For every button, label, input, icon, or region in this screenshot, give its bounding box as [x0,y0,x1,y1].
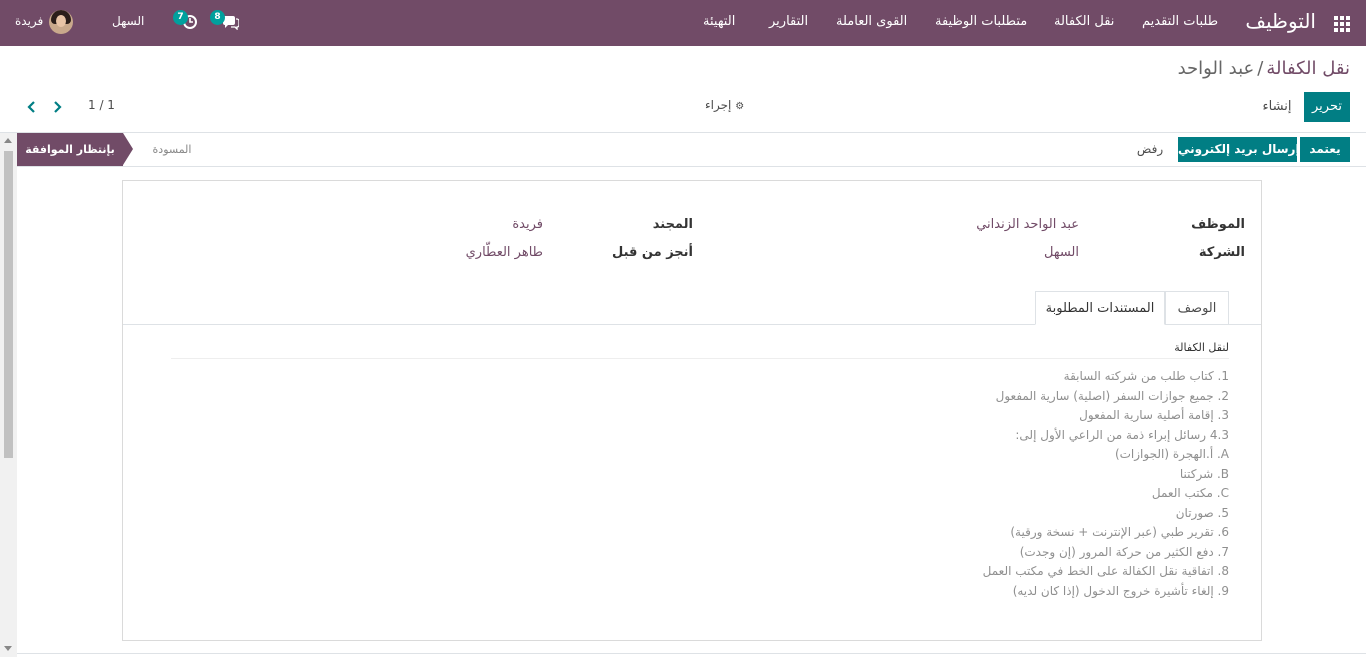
bottom-divider [17,653,1366,654]
tab-description[interactable]: الوصف [1165,291,1229,325]
list-item: 8. اتفاقية نقل الكفالة على الخط في مكتب … [982,564,1229,578]
menu-item-applications[interactable]: طلبات التقديم [1142,14,1218,29]
avatar[interactable] [49,10,73,34]
recruiter-label: المجند [652,217,693,232]
breadcrumb-current: عبد الواحد [1177,58,1255,79]
action-menu-label: إجراء [705,98,732,112]
edit-button[interactable]: تحرير [1304,92,1350,122]
breadcrumb: نقل الكفالة/عبد الواحد [1178,58,1350,79]
apps-menu-icon[interactable] [1334,16,1350,32]
menu-item-workforce[interactable]: القوى العاملة [836,14,907,29]
messages-count-badge: 8 [210,10,225,25]
documents-list: 1. كتاب طلب من شركته السابقة 2. جميع جوا… [983,367,1229,601]
list-item: B. شركتنا [1179,466,1229,481]
list-item: 2. جميع جوازات السفر (اصلية) سارية المفع… [995,388,1229,403]
list-item: A. أ.الهجرة (الجوازات) [1114,447,1229,461]
breadcrumb-separator: / [1257,58,1264,79]
send-email-button[interactable]: إرسال بريد إلكتروني [1178,137,1300,162]
menu-item-reports[interactable]: التقارير [769,14,808,29]
refuse-button[interactable]: رفض [1127,137,1173,162]
scroll-up-arrow-icon[interactable] [4,138,12,143]
list-item: 4.3 رسائل إبراء ذمة من الراعي الأول إلى: [1015,427,1229,442]
documents-title: لنقل الكفالة [1174,341,1229,354]
activities-count-badge: 7 [173,10,188,25]
done-by-value[interactable]: طاهر العطّاري [466,245,543,260]
create-button[interactable]: إنشاء [1256,92,1298,122]
documents-title-underline [171,358,1229,359]
status-bar: يعتمد إرسال بريد إلكتروني رفض بإنتظار ال… [17,133,1366,167]
list-item: C. مكتب العمل [1151,486,1229,500]
employee-value[interactable]: عبد الواحد الزنداني [976,217,1079,232]
list-item: 1. كتاب طلب من شركته السابقة [1063,369,1229,383]
pager-value[interactable]: 1 / 1 [88,98,115,112]
list-item: 5. صورتان [1175,505,1229,520]
top-navbar: التوظيف طلبات التقديم نقل الكفالة متطلبا… [0,0,1366,46]
scrollbar-thumb[interactable] [4,151,13,458]
tab-required-documents[interactable]: المستندات المطلوبة [1035,291,1165,325]
user-menu-name[interactable]: فريدة [15,14,43,28]
menu-item-job-requirements[interactable]: متطلبات الوظيفة [935,14,1027,29]
pager-next-icon[interactable] [53,100,63,114]
action-menu-button[interactable]: ⚙ إجراء [705,98,744,112]
app-title[interactable]: التوظيف [1245,9,1316,33]
gear-icon: ⚙ [735,101,745,112]
list-item: 9. إلغاء تأشيرة خروج الدخول (إذا كان لدي… [1012,583,1229,598]
company-value[interactable]: السهل [1044,245,1079,260]
done-by-label: أنجز من قبل [611,245,693,260]
stage-arrow [123,133,133,165]
company-label: الشركة [1198,245,1245,260]
approve-button[interactable]: يعتمد [1300,137,1350,162]
company-switcher[interactable]: السهل [112,14,144,28]
list-item: 7. دفع الكثير من حركة المرور (إن وجدت) [1019,544,1229,559]
list-item: 6. تقرير طبي (عبر الإنترنت + نسخة ورقية) [1010,525,1229,539]
form-sheet: الموظف عبد الواحد الزنداني الشركة السهل … [122,180,1262,641]
breadcrumb-parent-link[interactable]: نقل الكفالة [1266,58,1350,79]
list-item: 3. إقامة أصلية سارية المفعول [1079,408,1229,422]
employee-label: الموظف [1191,217,1245,232]
menu-item-configuration[interactable]: التهيئة [703,14,735,29]
menu-item-sponsorship-transfer[interactable]: نقل الكفالة [1054,14,1114,29]
scroll-down-arrow-icon[interactable] [4,646,12,651]
stage-draft[interactable]: المسودة [137,133,207,166]
pager-previous-icon[interactable] [26,100,36,114]
stage-pending-approval[interactable]: بإنتظار الموافقة [17,133,123,166]
recruiter-value[interactable]: فريدة [512,217,543,232]
